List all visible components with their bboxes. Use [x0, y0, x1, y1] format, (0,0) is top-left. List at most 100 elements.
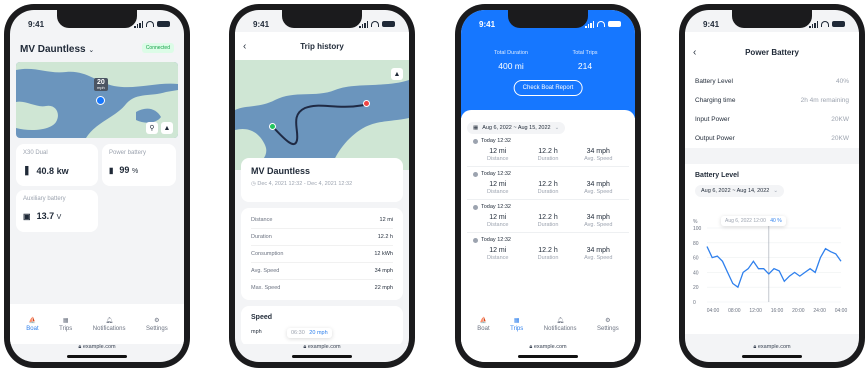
- power-row: Input Power 20KW: [695, 110, 849, 129]
- signal-icon: [585, 20, 594, 28]
- power-row: Charging time 2h 4m remaining: [695, 91, 849, 110]
- engine-card[interactable]: X30 Dual ❚ 40.8 kw: [16, 144, 98, 186]
- lock-icon: 🔒︎: [529, 344, 533, 350]
- trip-speed: 34 mph: [586, 181, 610, 188]
- status-bar: 9:41: [235, 17, 409, 31]
- clock-icon: [473, 237, 478, 243]
- power-battery-card[interactable]: Power battery ▮ 99 %: [102, 144, 176, 186]
- detail-label: Duration: [251, 234, 272, 240]
- tab-boat[interactable]: ⛵ Boat: [26, 317, 38, 332]
- boat-map[interactable]: 20 mph ⚲ ▲: [16, 62, 178, 138]
- trip-details-card: Distance 12 mi Duration 12.2 h Consumption…: [241, 208, 403, 300]
- boat-title: MV Dauntless: [20, 44, 86, 55]
- tab-notifications[interactable]: 🔔︎ Notifications: [544, 317, 577, 332]
- lock-icon: 🔒︎: [753, 344, 757, 350]
- boat-icon: ⛵: [28, 317, 37, 324]
- aux-battery-icon: ▣: [23, 211, 31, 221]
- status-bar: 9:41: [685, 17, 859, 31]
- detail-value: 22 mph: [374, 285, 393, 291]
- speed-title: Speed: [251, 314, 273, 321]
- signal-icon: [134, 20, 143, 28]
- tab-notifications[interactable]: 🔔︎ Notifications: [93, 317, 126, 332]
- url-text: example.com: [533, 344, 567, 350]
- trip-duration: 12.2 h: [538, 247, 558, 254]
- power-row: Output Power 20KW: [695, 129, 849, 148]
- tab-boat[interactable]: ⛵ Boat: [477, 317, 489, 332]
- date-range-picker[interactable]: ▦ Aug 6, 2022 ~ Aug 15, 2022 ⌄: [467, 122, 566, 134]
- trip-distance: 12 mi: [489, 214, 507, 221]
- layers-icon[interactable]: ▲: [161, 122, 173, 134]
- distance-label: Distance: [487, 222, 509, 228]
- lock-icon: 🔒︎: [78, 344, 82, 350]
- detail-value: 12 mi: [379, 217, 393, 223]
- total-trips-label: Total Trips: [572, 50, 598, 56]
- x-tick-label: 16:00: [771, 308, 784, 314]
- battery-icon: ▮: [109, 165, 114, 175]
- trip-item[interactable]: Today 12:32 12 mi Distance 12.2 h Duration…: [467, 200, 629, 233]
- layers-icon[interactable]: ▲: [391, 68, 403, 80]
- chart-date-picker[interactable]: Aug 6, 2022 ~ Aug 14, 2022 ⌄: [695, 185, 784, 197]
- trip-time: Today 12:32: [481, 204, 511, 210]
- calendar-icon: ▦: [473, 125, 479, 131]
- power-battery-label: Power battery: [109, 150, 147, 156]
- trip-summary-card: MV Dauntless ◷ Dec 4, 2021 12:32 - Dec 4…: [241, 158, 403, 202]
- back-icon[interactable]: ‹: [243, 41, 246, 52]
- tab-trips[interactable]: ▦ Trips: [510, 317, 523, 332]
- detail-row: Max. Speed 22 mph: [251, 280, 393, 296]
- route-map[interactable]: ▲: [235, 60, 409, 170]
- duration-label: Duration: [537, 156, 559, 162]
- tab-settings[interactable]: ⚙ Settings: [146, 317, 168, 332]
- aux-battery-value: 13.7: [36, 211, 55, 221]
- aux-battery-unit: V: [56, 214, 62, 221]
- screen-trip-history: 9:41 ‹ Trip history ▲ MV Dauntless ◷ Dec…: [235, 10, 409, 362]
- power-row-value: 20KW: [831, 116, 849, 123]
- lock-icon: 🔒︎: [303, 344, 307, 350]
- tab-label: Boat: [477, 325, 490, 332]
- trip-time: Today 12:32: [481, 171, 511, 177]
- engine-icon: ❚: [23, 165, 31, 175]
- status-bar: 9:41: [461, 17, 635, 31]
- trip-speed: 34 mph: [586, 148, 610, 155]
- home-indicator: [518, 355, 578, 358]
- trip-item[interactable]: Today 12:32 12 mi Distance 12.2 h Duration…: [467, 134, 629, 167]
- check-report-button[interactable]: Check Boat Report: [513, 80, 583, 96]
- total-duration: Total Duration 400 mi: [481, 50, 541, 71]
- x-tick-label: 08:00: [728, 308, 741, 314]
- power-battery-unit: %: [131, 168, 139, 175]
- tab-label: Boat: [26, 325, 39, 332]
- route-map-image: [235, 60, 409, 170]
- aux-battery-card[interactable]: Auxiliary battery ▣ 13.7 V: [16, 190, 98, 232]
- route-start-dot: [269, 123, 276, 130]
- status-time: 9:41: [253, 19, 270, 29]
- detail-value: 12.2 h: [377, 234, 393, 240]
- distance-label: Distance: [487, 189, 509, 195]
- trip-date-row: ◷ Dec 4, 2021 12:32 - Dec 4, 2021 12:32: [251, 181, 393, 187]
- tab-label: Trips: [59, 325, 73, 332]
- tab-label: Notifications: [543, 325, 577, 332]
- chart-date-range: Aug 6, 2022 ~ Aug 14, 2022: [701, 188, 770, 194]
- y-tick-label: 20: [693, 285, 699, 291]
- location-pin-icon[interactable]: ⚲: [146, 122, 158, 134]
- battery-status-icon: [832, 21, 845, 27]
- tab-settings[interactable]: ⚙ Settings: [597, 317, 619, 332]
- url-text: example.com: [757, 344, 791, 350]
- back-icon[interactable]: ‹: [693, 47, 696, 58]
- tab-trips[interactable]: ▦ Trips: [59, 317, 72, 332]
- detail-row: Avg. Speed 34 mph: [251, 263, 393, 280]
- detail-label: Consumption: [251, 251, 284, 257]
- wifi-icon: [146, 21, 154, 27]
- chart-tooltip: Aug 6, 2022 12:00 40 %: [721, 216, 786, 226]
- signal-icon: [809, 20, 818, 28]
- bell-icon: 🔔︎: [556, 317, 564, 324]
- chevron-down-icon: ⌄: [773, 188, 778, 194]
- tab-label: Trips: [510, 325, 524, 332]
- trip-item[interactable]: Today 12:32 12 mi Distance 12.2 h Duration…: [467, 167, 629, 200]
- trip-item[interactable]: Today 12:32 12 mi Distance 12.2 h Duration…: [467, 233, 629, 265]
- tab-label: Settings: [146, 325, 168, 332]
- boat-selector[interactable]: MV Dauntless ⌄: [20, 44, 94, 55]
- speed-tooltip-time: 06:30: [291, 330, 305, 336]
- speed-label: Avg. Speed: [584, 189, 613, 195]
- y-tick-label: 40: [693, 270, 699, 276]
- speed-label: Avg. Speed: [584, 222, 613, 228]
- history-title: Trip history: [300, 41, 344, 51]
